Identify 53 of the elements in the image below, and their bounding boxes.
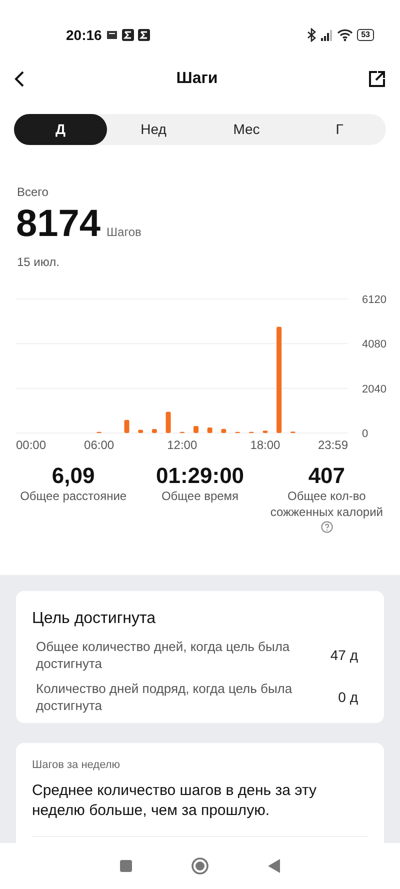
bluetooth-icon [306,28,318,42]
wifi-icon [337,28,354,42]
period-tab[interactable]: Нед [107,114,200,145]
x-tick-label: 06:00 [84,438,114,452]
x-tick-label: 23:59 [318,438,348,452]
stat-value: 407 [308,463,346,490]
chart-bar [262,430,268,433]
total-label: Всего [17,184,50,201]
period-tab[interactable]: Мес [200,114,293,145]
period-tab[interactable]: Д [14,114,107,145]
battery-icon: 53 [357,29,374,41]
chart-bar [138,430,144,433]
x-tick-label: 12:00 [167,438,198,452]
notification-icon [106,29,118,41]
y-tick-label: 2040 [362,383,386,396]
help-icon[interactable] [320,520,333,533]
stat-label: Общее расстояние [20,489,127,505]
goal-row-value: 0 д [338,688,359,708]
goal-row-label: Общее количество дней, когда цель была достигнута [36,639,291,673]
week-summary-text: Среднее количество шагов в день за эту неделю больше, чем за прошлую. [32,781,318,822]
goal-row-label: Количество дней подряд, когда цель была достигнута [36,680,294,715]
stat-value: 01:29:00 [156,463,244,490]
stat-value: 6,09 [52,463,95,490]
y-tick-label: 4080 [362,338,386,351]
period-tab[interactable]: Г [293,114,386,145]
sigma-icon [122,29,134,41]
chart-bar [166,412,171,433]
triangle-icon [267,858,281,874]
chart-bar [221,428,226,433]
stat-label: Общее кол-во сожженных калорий [269,489,384,521]
square-icon [119,858,133,873]
chart-bar [207,428,212,433]
back-icon [14,70,26,88]
chart-bar [193,426,198,433]
card-title: Шагов за неделю [32,758,121,773]
y-tick-label: 0 [362,428,368,440]
sigma-icon [138,29,150,41]
stat-label: Общее время [161,489,239,505]
x-tick-label: 00:00 [16,438,46,452]
status-time: 20:16 [66,26,102,44]
y-tick-label: 6120 [362,294,386,306]
total-steps: 8174 [16,205,101,243]
chart-bar [124,420,130,433]
page-title: Шаги [176,69,218,89]
steps-unit: Шагов [106,224,142,241]
date-label: 15 июл. [17,254,60,271]
card-title: Цель достигнута [32,609,157,629]
share-icon [368,70,386,88]
x-tick-label: 18:00 [250,438,280,452]
home-icon [191,856,209,875]
chart-bar [152,429,157,433]
signal-icon [321,29,334,41]
goal-row-value: 47 д [330,646,359,666]
